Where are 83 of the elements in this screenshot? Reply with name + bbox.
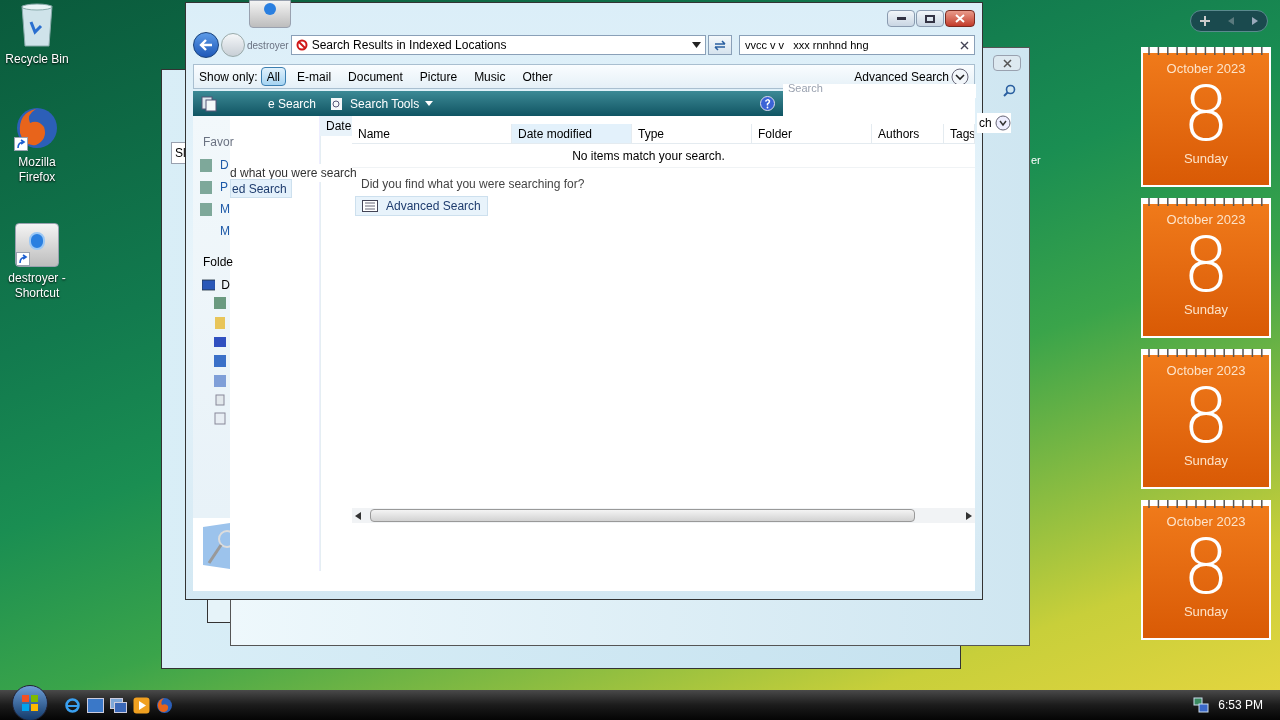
app-icon	[249, 0, 291, 28]
filter-tab[interactable]: Other	[516, 67, 559, 86]
caret-icon	[425, 101, 434, 106]
calendar-weekday: Sunday	[1183, 453, 1229, 469]
show-only-label: Show only:	[199, 68, 258, 86]
calendar-month: October 2023	[1166, 363, 1246, 379]
maximize-button[interactable]	[916, 10, 944, 27]
address-bar[interactable]: Search Results in Indexed Locations	[290, 35, 706, 55]
back-arrow-icon	[199, 39, 213, 51]
search-tools-icon	[330, 96, 345, 111]
folder-tree-item[interactable]: D	[221, 276, 230, 294]
column-header[interactable]: Date	[320, 116, 352, 136]
calendar-day: 8	[1182, 228, 1230, 302]
calendar-month: October 2023	[1166, 212, 1246, 228]
calendar-month: October 2023	[1166, 61, 1246, 77]
favorite-link[interactable]: D	[220, 156, 229, 174]
column-header[interactable]: Date modified	[512, 124, 632, 143]
firefox-icon[interactable]	[14, 105, 60, 151]
favorite-link[interactable]: P	[220, 178, 228, 196]
horizontal-scrollbar[interactable]	[352, 508, 975, 523]
firefox-icon[interactable]	[156, 696, 173, 714]
minimize-button[interactable]	[887, 10, 915, 27]
calendar-day: 8	[1182, 379, 1230, 453]
next-icon[interactable]	[1252, 17, 1258, 25]
scroll-left-icon[interactable]	[355, 511, 361, 520]
blocked-icon	[295, 39, 308, 51]
recycle-bin-icon[interactable]	[19, 2, 55, 48]
internet-explorer-icon[interactable]	[64, 696, 81, 714]
desktop-icon-label[interactable]: Recycle Bin	[5, 52, 69, 67]
refresh-icon	[713, 39, 727, 51]
close-icon	[1002, 58, 1012, 68]
filter-tab[interactable]: Document	[342, 67, 409, 86]
start-button[interactable]	[12, 685, 48, 720]
advanced-search-fragment[interactable]: ed Search	[230, 179, 292, 198]
refresh-button[interactable]	[708, 35, 732, 55]
media-player-icon[interactable]	[133, 696, 150, 714]
add-icon[interactable]	[1200, 16, 1210, 26]
search-prompt: Did you find what you were searching for?	[361, 176, 586, 193]
advanced-search-button[interactable]: Advanced Search	[355, 196, 488, 216]
chevron-down-icon	[994, 115, 1011, 131]
filter-tab[interactable]: Picture	[413, 67, 464, 86]
calendar-month: October 2023	[1166, 514, 1246, 530]
window-switch-icon[interactable]	[110, 697, 127, 713]
chevron-down-icon	[951, 67, 969, 86]
empty-results-message: No items match your search.	[572, 147, 725, 165]
prompt-fragment: d what you were search	[230, 164, 357, 182]
network-icon[interactable]	[1193, 697, 1210, 713]
windows-logo-icon	[21, 694, 39, 712]
desktop-icon[interactable]	[87, 697, 104, 713]
scroll-right-icon[interactable]	[966, 511, 972, 520]
search-field[interactable]: vvcc v v xxx rnnhnd hng	[739, 35, 975, 55]
filter-tab[interactable]: E-mail	[291, 67, 338, 86]
clock[interactable]: 6:53 PM	[1218, 696, 1263, 714]
favorite-link[interactable]: M	[220, 222, 230, 240]
close-button[interactable]	[945, 10, 975, 27]
calendar-weekday: Sunday	[1183, 151, 1229, 167]
desktop-icon	[202, 279, 216, 291]
advanced-search-button[interactable]: ch	[977, 113, 1011, 133]
window-title: destroyer	[247, 38, 289, 53]
filter-tab[interactable]: Music	[468, 67, 512, 86]
advanced-search-toggle[interactable]: Advanced Search	[854, 67, 969, 86]
back-button[interactable]	[193, 32, 219, 58]
filter-tab[interactable]: All	[260, 67, 287, 86]
clear-search-icon[interactable]	[960, 40, 969, 50]
close-icon	[955, 14, 965, 23]
search-icon[interactable]	[1003, 84, 1016, 97]
window-fragment-text: er	[1031, 153, 1041, 168]
desktop-icon-label[interactable]: destroyer - Shortcut	[0, 271, 74, 301]
app-shortcut-icon[interactable]	[15, 223, 59, 267]
calendar-day: 8	[1182, 77, 1230, 151]
list-icon	[362, 200, 378, 212]
address-text: Search Results in Indexed Locations	[311, 37, 508, 54]
documents-icon	[201, 95, 217, 112]
close-button[interactable]	[993, 55, 1021, 71]
calendar-day: 8	[1182, 530, 1230, 604]
help-icon[interactable]	[760, 96, 775, 111]
toolbar-button[interactable]: e Search	[268, 94, 317, 113]
calendar-weekday: Sunday	[1183, 302, 1229, 318]
search-tools-button[interactable]: Search Tools	[330, 94, 434, 113]
favorite-link[interactable]: M	[220, 200, 230, 218]
desktop-icon-label[interactable]: Mozilla Firefox	[0, 155, 74, 185]
calendar-weekday: Sunday	[1183, 604, 1229, 620]
search-folder-icon	[201, 521, 230, 571]
